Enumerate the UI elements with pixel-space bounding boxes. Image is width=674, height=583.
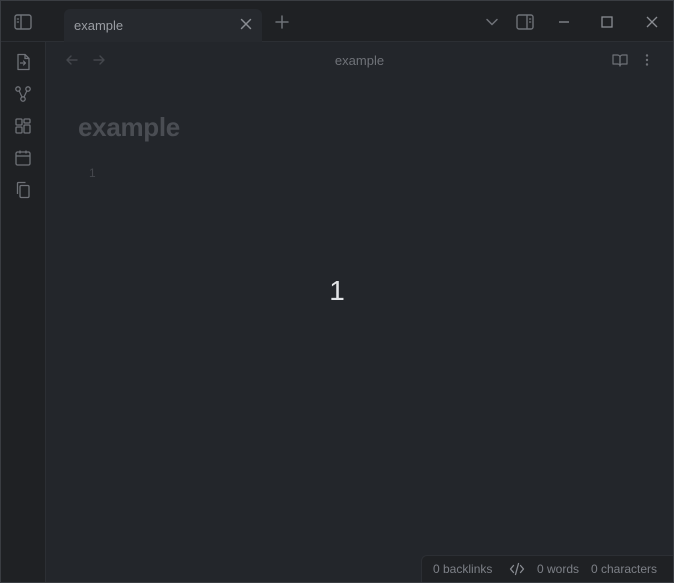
chevron-down-icon[interactable] (482, 12, 502, 32)
canvas-icon[interactable] (13, 116, 33, 136)
maximize-icon[interactable] (597, 12, 617, 32)
left-ribbon (1, 42, 46, 582)
view-header: example (46, 42, 673, 78)
document-heading[interactable]: example (78, 112, 180, 143)
character-count: 0 characters (591, 562, 658, 576)
tab-example[interactable]: example (64, 9, 262, 42)
plus-icon[interactable] (273, 13, 291, 31)
minimize-icon[interactable] (554, 12, 574, 32)
overlay-number: 1 (329, 275, 345, 306)
status-bar: 0 backlinks 0 words 0 characters (421, 555, 673, 582)
code-icon[interactable] (509, 561, 525, 577)
close-icon[interactable] (238, 16, 254, 32)
calendar-icon[interactable] (13, 148, 33, 168)
backlinks-count[interactable]: 0 backlinks (433, 562, 492, 576)
word-count: 0 words (537, 562, 580, 576)
line-number: 1 (89, 166, 96, 180)
title-bar: example (1, 1, 673, 42)
file-switch-icon[interactable] (13, 52, 33, 72)
tab-label: example (74, 18, 124, 33)
view-title[interactable]: example (46, 53, 673, 68)
book-open-icon[interactable] (611, 51, 629, 69)
sidebar-toggle-icon[interactable] (13, 12, 33, 32)
app-window: example example example 1 1 0 backlinks … (0, 0, 674, 583)
copy-icon[interactable] (13, 180, 33, 200)
editor-pane: example example 1 1 (46, 42, 673, 582)
close-icon[interactable] (642, 12, 662, 32)
graph-icon[interactable] (13, 84, 33, 104)
more-vertical-icon[interactable] (638, 51, 656, 69)
right-sidebar-icon[interactable] (515, 12, 535, 32)
